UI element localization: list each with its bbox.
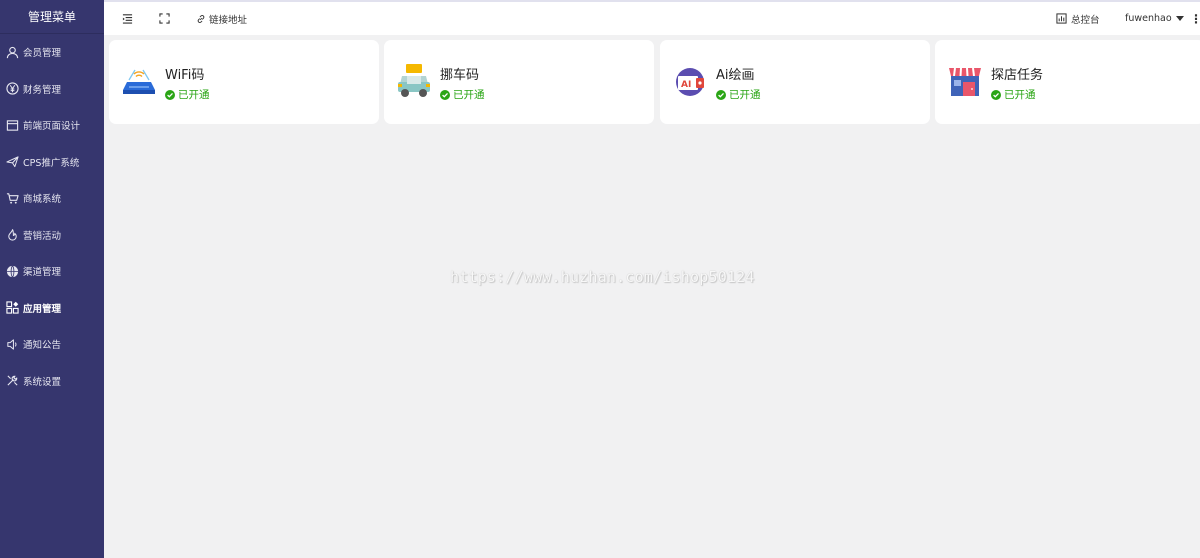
link-address-button[interactable]: 链接地址 — [196, 12, 247, 26]
sidebar-item-finance[interactable]: 财务管理 — [0, 71, 104, 108]
more-button[interactable]: ⋮ — [1190, 12, 1200, 26]
sidebar-item-notices[interactable]: 通知公告 — [0, 326, 104, 363]
caret-down-icon — [1175, 16, 1184, 21]
wifi-router-icon — [121, 62, 157, 100]
sidebar-item-cps[interactable]: CPS推广系统 — [0, 144, 104, 181]
speaker-icon — [6, 338, 19, 351]
sidebar-item-label: 会员管理 — [23, 48, 62, 60]
check-circle-icon — [991, 89, 1001, 100]
sidebar-item-mall[interactable]: 商城系统 — [0, 180, 104, 217]
fullscreen-icon — [159, 13, 170, 24]
yen-icon — [6, 82, 19, 95]
app-card-car[interactable]: 挪车码 已开通 — [384, 40, 654, 124]
check-circle-icon — [716, 89, 726, 100]
sidebar-item-label: CPS推广系统 — [23, 157, 80, 169]
status-text: 已开通 — [1004, 89, 1036, 101]
shop-icon — [947, 62, 983, 100]
sidebar-item-apps[interactable]: 应用管理 — [0, 290, 104, 327]
status-badge: 已开通 — [716, 87, 761, 102]
app-cards: WiFi码 已开通 挪车码 已开通 AI Ai绘画 已开通 探店任务 已开通 — [109, 40, 1200, 125]
sidebar-title: 管理菜单 — [0, 0, 104, 34]
sidebar-item-channels[interactable]: 渠道管理 — [0, 253, 104, 290]
sidebar-item-label: 商城系统 — [23, 194, 62, 206]
sidebar-item-page-design[interactable]: 前端页面设计 — [0, 107, 104, 144]
fullscreen-button[interactable] — [159, 13, 170, 24]
app-card-shop-visit[interactable]: 探店任务 已开通 — [935, 40, 1200, 124]
app-name: 挪车码 — [440, 68, 480, 83]
check-circle-icon — [440, 89, 450, 100]
fire-icon — [6, 228, 19, 241]
ai-painting-icon: AI — [672, 62, 708, 100]
sidebar-item-label: 渠道管理 — [23, 267, 62, 279]
sidebar-item-label: 应用管理 — [23, 303, 62, 315]
more-icon: ⋮ — [1190, 11, 1200, 26]
svg-text:AI: AI — [681, 80, 691, 90]
dashboard-icon — [1056, 13, 1067, 24]
sidebar-item-label: 营销活动 — [23, 230, 62, 242]
globe-icon — [6, 265, 19, 278]
status-text: 已开通 — [178, 89, 210, 101]
sidebar: 管理菜单 会员管理 财务管理 前端页面设计 CPS推广系统 商城系统 营销活动 — [0, 0, 104, 558]
menu-fold-icon — [122, 14, 133, 24]
sidebar-item-marketing[interactable]: 营销活动 — [0, 217, 104, 254]
status-badge: 已开通 — [165, 87, 210, 102]
app-card-ai-painting[interactable]: AI Ai绘画 已开通 — [660, 40, 930, 124]
sidebar-item-label: 通知公告 — [23, 340, 62, 352]
sidebar-item-label: 前端页面设计 — [23, 121, 81, 133]
sidebar-item-members[interactable]: 会员管理 — [0, 34, 104, 71]
watermark: https://www.huzhan.com/ishop50124 — [450, 268, 755, 286]
status-text: 已开通 — [453, 89, 485, 101]
apps-icon — [6, 301, 19, 314]
app-name: 探店任务 — [991, 68, 1044, 83]
sidebar-item-settings[interactable]: 系统设置 — [0, 363, 104, 400]
collapse-menu-button[interactable] — [122, 13, 133, 24]
link-icon — [197, 14, 205, 23]
console-button[interactable]: 总控台 — [1056, 12, 1100, 26]
sidebar-item-label: 财务管理 — [23, 84, 62, 96]
cart-icon — [6, 192, 19, 205]
send-icon — [6, 155, 19, 168]
console-label: 总控台 — [1071, 14, 1100, 26]
top-bar: 链接地址 总控台 fuwenhao ⋮ — [104, 0, 1200, 35]
user-menu[interactable]: fuwenhao — [1125, 13, 1184, 24]
link-address-label: 链接地址 — [209, 14, 248, 26]
app-card-wifi[interactable]: WiFi码 已开通 — [109, 40, 379, 124]
sidebar-item-label: 系统设置 — [23, 376, 62, 388]
layout-icon — [6, 119, 19, 132]
app-name: Ai绘画 — [716, 68, 755, 83]
status-text: 已开通 — [729, 89, 761, 101]
app-name: WiFi码 — [165, 68, 205, 83]
car-icon — [396, 62, 432, 100]
status-badge: 已开通 — [991, 87, 1036, 102]
check-circle-icon — [165, 89, 175, 100]
tools-icon — [6, 374, 19, 387]
username: fuwenhao — [1125, 13, 1172, 24]
status-badge: 已开通 — [440, 87, 485, 102]
user-icon — [6, 46, 19, 59]
